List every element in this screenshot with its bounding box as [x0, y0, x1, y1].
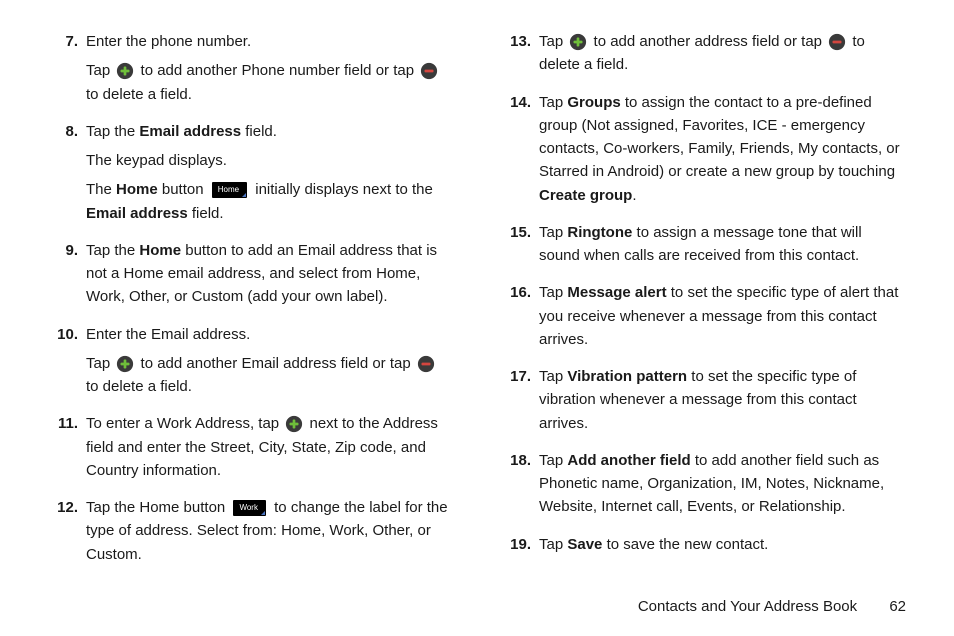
- step-paragraph: Tap the Home button Work to change the l…: [86, 496, 453, 566]
- section-title: Contacts and Your Address Book: [638, 598, 857, 615]
- step-item: 18.Tap Add another field to add another …: [501, 449, 906, 519]
- step-item: 17.Tap Vibration pattern to set the spec…: [501, 365, 906, 435]
- bold-text: Save: [567, 536, 602, 553]
- step-item: 13.Tap to add another address field or t…: [501, 30, 906, 77]
- step-number: 16.: [501, 281, 539, 304]
- step-number: 15.: [501, 221, 539, 244]
- step-number: 14.: [501, 91, 539, 114]
- step-number: 10.: [48, 323, 86, 346]
- bold-text: Email address: [86, 205, 188, 222]
- step-item: 15.Tap Ringtone to assign a message tone…: [501, 221, 906, 268]
- step-paragraph: Tap Message alert to set the specific ty…: [539, 281, 906, 351]
- step-paragraph: Tap to add another address field or tap …: [539, 30, 906, 77]
- plus-icon: [285, 415, 303, 433]
- step-paragraph: Tap Save to save the new contact.: [539, 533, 906, 556]
- minus-icon: [417, 355, 435, 373]
- step-item: 7.Enter the phone number. Tap to add anot…: [48, 30, 453, 106]
- step-body: Tap Add another field to add another fie…: [539, 449, 906, 519]
- step-body: Tap the Home button to add an Email addr…: [86, 239, 453, 309]
- step-number: 17.: [501, 365, 539, 388]
- left-column: 7.Enter the phone number. Tap to add anot…: [48, 30, 453, 580]
- step-paragraph: The Home button Home initially displays …: [86, 178, 453, 225]
- step-body: Tap the Email address field. The keypad d…: [86, 120, 453, 225]
- step-body: Tap Save to save the new contact.: [539, 533, 906, 556]
- step-list-right: 13.Tap to add another address field or t…: [501, 30, 906, 556]
- step-paragraph: Tap Groups to assign the contact to a pr…: [539, 91, 906, 207]
- step-number: 18.: [501, 449, 539, 472]
- plus-icon: [116, 355, 134, 373]
- step-number: 19.: [501, 533, 539, 556]
- step-item: 16.Tap Message alert to set the specific…: [501, 281, 906, 351]
- step-body: Tap Groups to assign the contact to a pr…: [539, 91, 906, 207]
- plus-icon: [569, 33, 587, 51]
- step-list-left: 7.Enter the phone number. Tap to add anot…: [48, 30, 453, 566]
- step-number: 8.: [48, 120, 86, 143]
- step-number: 12.: [48, 496, 86, 519]
- bold-text: Message alert: [567, 284, 666, 301]
- bold-text: Vibration pattern: [567, 368, 687, 385]
- bold-text: Home: [116, 181, 158, 198]
- step-paragraph: Enter the phone number.: [86, 30, 453, 53]
- bold-text: Email address: [139, 123, 241, 140]
- step-item: 10.Enter the Email address. Tap to add an…: [48, 323, 453, 399]
- step-number: 11.: [48, 412, 86, 435]
- page: 7.Enter the phone number. Tap to add anot…: [0, 0, 954, 636]
- minus-icon: [828, 33, 846, 51]
- work-label-button: Work: [233, 500, 266, 516]
- step-paragraph: Tap Ringtone to assign a message tone th…: [539, 221, 906, 268]
- step-item: 8.Tap the Email address field. The keypad…: [48, 120, 453, 225]
- page-number: 62: [889, 595, 906, 618]
- step-paragraph: The keypad displays.: [86, 149, 453, 172]
- step-body: Enter the Email address. Tap to add anoth…: [86, 323, 453, 399]
- home-label-button: Home: [212, 182, 247, 198]
- step-body: Tap the Home button Work to change the l…: [86, 496, 453, 566]
- step-body: Tap Message alert to set the specific ty…: [539, 281, 906, 351]
- page-footer: Contacts and Your Address Book 62: [638, 595, 906, 618]
- step-paragraph: Tap Add another field to add another fie…: [539, 449, 906, 519]
- step-paragraph: To enter a Work Address, tap next to the…: [86, 412, 453, 482]
- plus-icon: [116, 62, 134, 80]
- bold-text: Create group: [539, 187, 632, 204]
- step-paragraph: Enter the Email address.: [86, 323, 453, 346]
- minus-icon: [420, 62, 438, 80]
- step-number: 7.: [48, 30, 86, 53]
- step-item: 14.Tap Groups to assign the contact to a…: [501, 91, 906, 207]
- step-body: Tap Vibration pattern to set the specifi…: [539, 365, 906, 435]
- bold-text: Add another field: [567, 452, 690, 469]
- step-paragraph: Tap Vibration pattern to set the specifi…: [539, 365, 906, 435]
- step-body: Tap to add another address field or tap …: [539, 30, 906, 77]
- step-body: Enter the phone number. Tap to add anothe…: [86, 30, 453, 106]
- bold-text: Groups: [567, 94, 620, 111]
- step-paragraph: Tap to add another Email address field o…: [86, 352, 453, 399]
- columns: 7.Enter the phone number. Tap to add anot…: [48, 30, 906, 580]
- step-item: 12.Tap the Home button Work to change th…: [48, 496, 453, 566]
- step-body: Tap Ringtone to assign a message tone th…: [539, 221, 906, 268]
- bold-text: Home: [139, 242, 181, 259]
- step-item: 11.To enter a Work Address, tap next to …: [48, 412, 453, 482]
- step-number: 13.: [501, 30, 539, 53]
- right-column: 13.Tap to add another address field or t…: [501, 30, 906, 580]
- step-paragraph: Tap the Email address field.: [86, 120, 453, 143]
- step-item: 19.Tap Save to save the new contact.: [501, 533, 906, 556]
- step-paragraph: Tap the Home button to add an Email addr…: [86, 239, 453, 309]
- step-number: 9.: [48, 239, 86, 262]
- step-paragraph: Tap to add another Phone number field or…: [86, 59, 453, 106]
- step-body: To enter a Work Address, tap next to the…: [86, 412, 453, 482]
- step-item: 9.Tap the Home button to add an Email ad…: [48, 239, 453, 309]
- bold-text: Ringtone: [567, 224, 632, 241]
